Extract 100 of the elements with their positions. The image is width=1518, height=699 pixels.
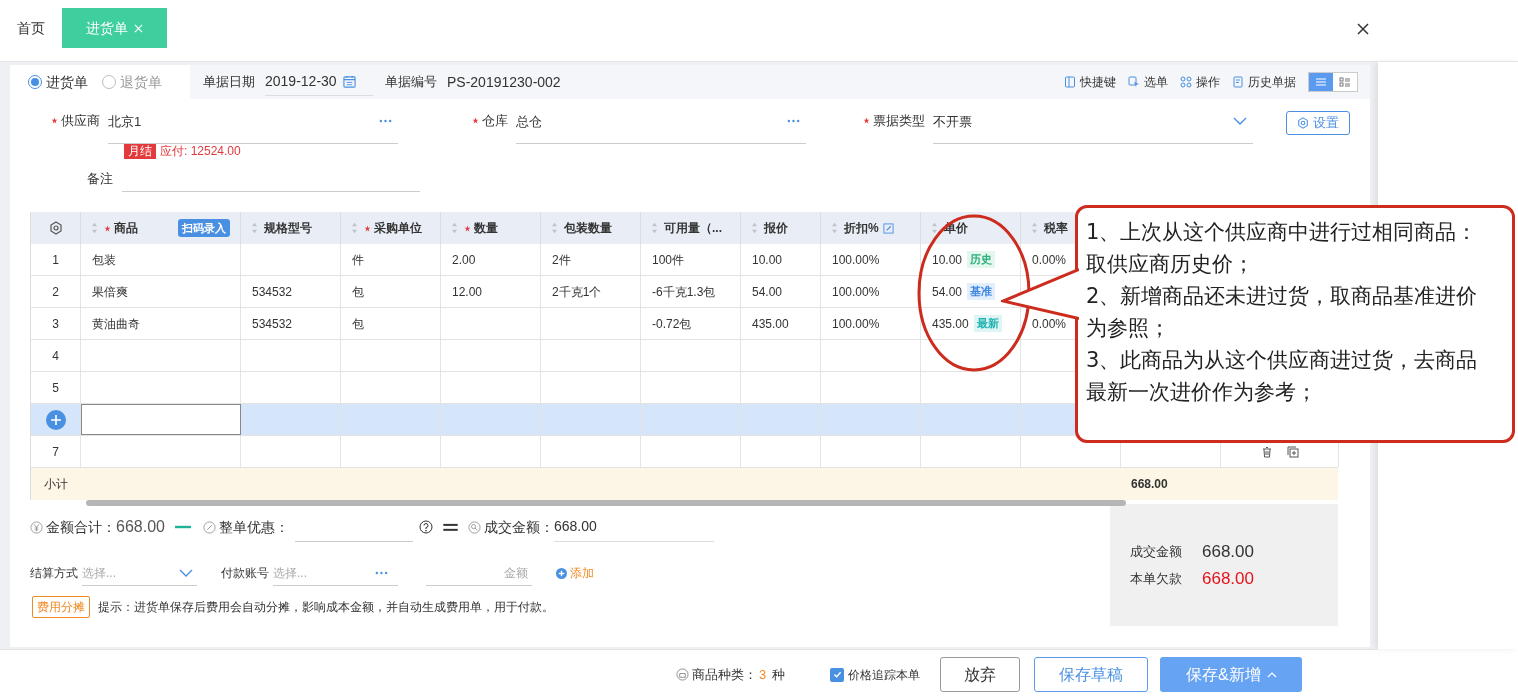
sort-icon[interactable] — [751, 222, 758, 234]
field-label: 成交金额： — [483, 517, 554, 537]
checkbox[interactable] — [830, 667, 845, 682]
table-cell-text: 包 — [352, 283, 364, 301]
table-cell-text: 100.00% — [832, 315, 880, 333]
ellipsis-icon[interactable] — [375, 570, 388, 575]
chevron-up-icon[interactable] — [1266, 671, 1277, 678]
sort-icon[interactable] — [451, 222, 458, 234]
sort-icon[interactable] — [831, 222, 838, 234]
table-cell-text: 534532 — [252, 315, 293, 333]
book-icon — [1064, 76, 1076, 88]
table-cell-text: 件 — [352, 251, 364, 269]
summary-value: 668.00 — [1202, 540, 1254, 563]
price-tag: 基准 — [967, 283, 996, 300]
sort-icon[interactable] — [1031, 222, 1038, 234]
column-header[interactable]: 商品 — [114, 219, 138, 237]
column-header[interactable]: 折扣% — [844, 219, 879, 237]
settings-icon[interactable] — [48, 221, 63, 235]
calendar-icon[interactable] — [342, 75, 356, 88]
column-header[interactable]: 采购单位 — [374, 219, 422, 237]
table-cell-text: 黄油曲奇 — [92, 315, 140, 333]
subtotal-value: 668.00 — [1131, 476, 1168, 493]
toolbar-button[interactable]: 操作 — [1180, 73, 1220, 91]
column-header[interactable]: 数量 — [474, 219, 498, 237]
table-cell-text: 2件 — [552, 251, 571, 269]
dropdown-field[interactable]: 不开票 — [933, 111, 1253, 144]
table-cell-text: 435.00 — [932, 315, 969, 333]
view-toggle[interactable] — [1309, 73, 1333, 91]
column-header[interactable]: 规格型号 — [264, 219, 312, 237]
minus-icon — [174, 525, 191, 529]
view-toggle[interactable] — [1333, 73, 1357, 91]
table-cell-text: 包装 — [92, 251, 116, 269]
price-tag: 最新 — [973, 315, 1002, 332]
sort-icon[interactable] — [91, 222, 98, 234]
row-number: 7 — [52, 443, 59, 461]
tab[interactable]: 首页 — [0, 8, 62, 48]
table-cell-text: 100.00% — [832, 251, 880, 269]
label: 单据日期 — [203, 73, 255, 92]
settings-icon — [1297, 117, 1309, 129]
copy-icon[interactable] — [1286, 445, 1299, 458]
lookup-field[interactable]: 北京1 — [108, 111, 398, 144]
table-cell-text: 0.00% — [1032, 315, 1067, 333]
summary-label: 本单欠款 — [1130, 570, 1182, 588]
row-number: 2 — [52, 283, 59, 301]
row-number: 4 — [52, 347, 59, 365]
table-cell-text: 0.00% — [1032, 251, 1067, 269]
summary-value: 668.00 — [1202, 568, 1254, 590]
table-cell-text: 100.00% — [832, 283, 880, 301]
field-label: 票据类型 — [873, 112, 925, 130]
horizontal-scrollbar[interactable] — [86, 500, 1126, 506]
sort-icon[interactable] — [551, 222, 558, 234]
sort-icon[interactable] — [931, 222, 938, 234]
add-row-icon[interactable] — [45, 409, 66, 430]
row-number: 3 — [52, 315, 59, 333]
field-label: 金额合计： — [46, 517, 116, 537]
sort-icon[interactable] — [251, 222, 258, 234]
chevron-down-icon[interactable] — [179, 568, 193, 577]
toolbar-button[interactable]: 选单 — [1128, 73, 1168, 91]
unit-label: 种 — [772, 665, 786, 684]
lookup-field[interactable]: 总仓 — [516, 111, 806, 144]
check-icon — [832, 670, 842, 679]
column-header[interactable]: 包装数量 — [564, 219, 612, 237]
footer-button[interactable]: 放弃 — [940, 657, 1021, 692]
date-field[interactable]: 2019-12-30 — [265, 68, 373, 96]
field-label: 整单优惠： — [218, 517, 289, 537]
subtotal-label: 小计 — [44, 476, 68, 493]
discount-icon — [202, 520, 216, 534]
column-header[interactable]: 可用量（... — [664, 219, 722, 237]
ellipsis-icon[interactable] — [379, 119, 392, 124]
product-input[interactable] — [81, 404, 241, 435]
label: 单据编号 — [385, 73, 437, 92]
column-header[interactable]: 税率 — [1044, 219, 1068, 237]
edit-icon[interactable] — [882, 222, 894, 234]
sort-icon[interactable] — [651, 222, 658, 234]
table-cell-text: 2千克1个 — [552, 283, 602, 301]
table-cell-text: 12.00 — [452, 283, 483, 301]
table-cell-text: 100件 — [652, 251, 685, 269]
column-header[interactable]: 报价 — [764, 219, 788, 237]
table-cell-text: 435.00 — [752, 315, 789, 333]
radio-option[interactable]: 进货单 — [28, 71, 88, 93]
search-icon — [467, 520, 481, 534]
table-cell-text: 10.00 — [752, 251, 783, 269]
table-cell-text: 2.00 — [452, 251, 476, 269]
field-label: 结算方式 — [30, 565, 78, 582]
toolbar-button[interactable]: 快捷键 — [1064, 73, 1116, 91]
checkbox-option[interactable]: 价格追踪本单 — [830, 665, 921, 684]
payable-amount: 应付: 12524.00 — [160, 143, 241, 160]
toolbar-button[interactable]: 历史单据 — [1232, 73, 1296, 91]
sort-icon[interactable] — [351, 222, 358, 234]
row-number: 1 — [52, 251, 59, 269]
help-icon[interactable] — [418, 520, 433, 534]
amount-field[interactable]: 金额 — [426, 560, 532, 586]
trash-icon[interactable] — [1260, 445, 1273, 458]
table-cell-text: 包 — [352, 315, 364, 333]
chevron-down-icon[interactable] — [1233, 117, 1247, 126]
table-row[interactable]: 7 — [31, 436, 1338, 468]
yuan-icon — [30, 520, 43, 534]
close-icon[interactable] — [1357, 23, 1369, 35]
ellipsis-icon[interactable] — [787, 119, 800, 124]
row-number: 5 — [52, 379, 59, 397]
